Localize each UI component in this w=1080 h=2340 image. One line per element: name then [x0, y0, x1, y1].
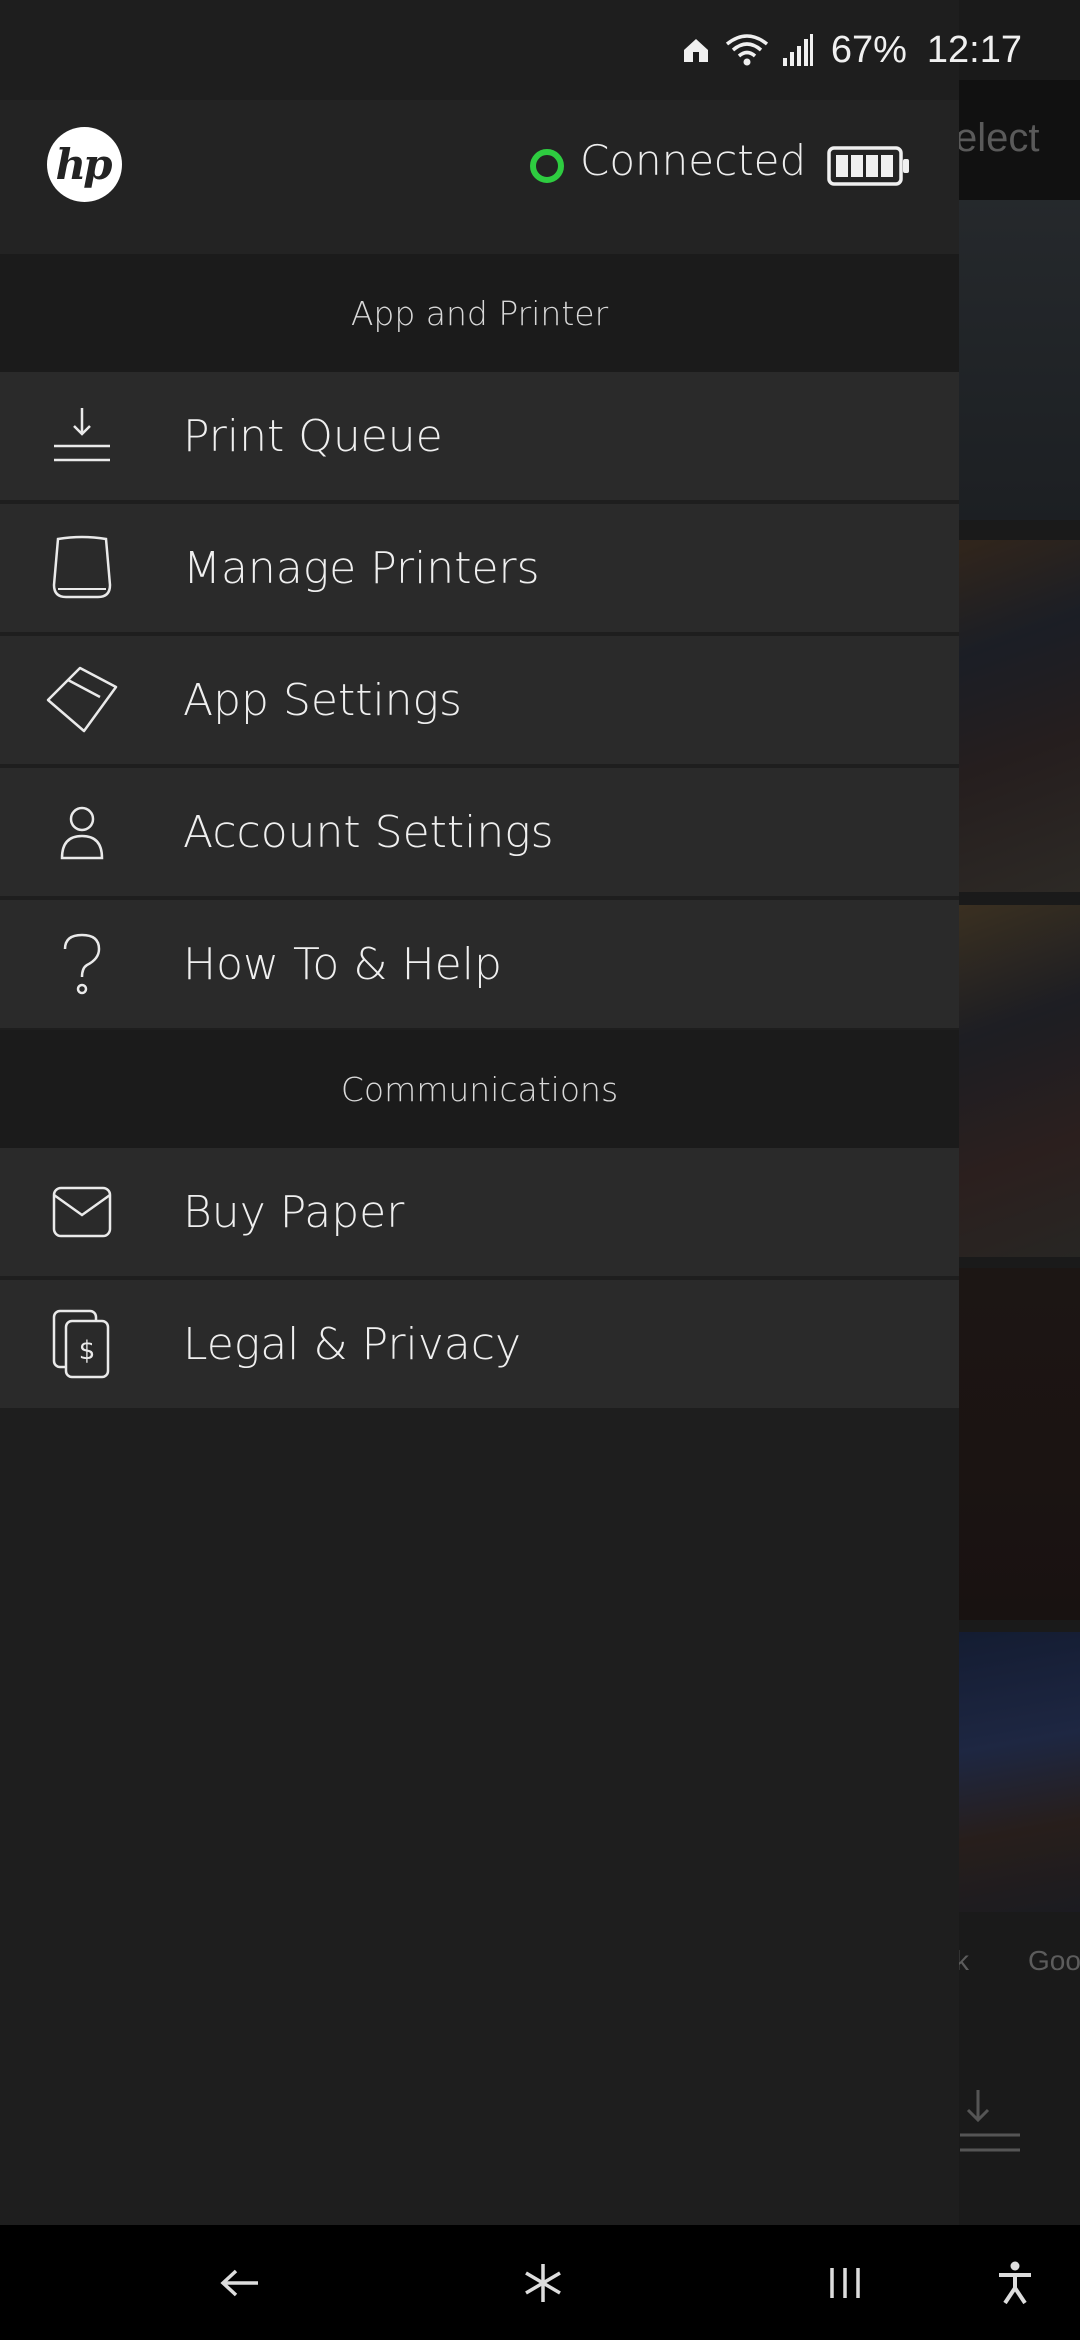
printer-icon	[42, 528, 122, 608]
wifi-icon	[725, 34, 768, 66]
system-navigation-bar	[0, 2225, 1080, 2340]
menu-item-how-to-help[interactable]: How To & Help	[0, 900, 959, 1030]
section-header-app-and-printer: App and Printer	[0, 254, 959, 372]
connection-status-icon	[530, 149, 564, 183]
home-asterisk-icon	[525, 2263, 561, 2302]
menu-item-manage-printers[interactable]: Manage Printers	[0, 504, 959, 634]
settings-tag-icon	[42, 660, 122, 740]
person-icon	[42, 792, 122, 872]
menu-item-label: How To & Help	[183, 938, 502, 990]
clock: 12:17	[926, 28, 1022, 71]
menu-item-label: Account Settings	[183, 806, 554, 858]
legal-document-icon: $	[42, 1304, 122, 1384]
menu-item-print-queue[interactable]: Print Queue	[0, 372, 959, 502]
svg-text:$: $	[79, 1336, 96, 1366]
menu-item-label: Manage Printers	[183, 542, 540, 594]
envelope-icon	[42, 1172, 122, 1252]
signal-icon	[782, 34, 813, 66]
background-tab-label: Goo	[1028, 1945, 1080, 1976]
background-photo	[959, 200, 1080, 520]
recents-button[interactable]	[795, 2225, 895, 2340]
connection-status-label: Connected	[580, 136, 807, 185]
section-header-communications: Communications	[0, 1030, 959, 1148]
home-button[interactable]	[493, 2225, 593, 2340]
hp-logo: hp	[47, 127, 122, 202]
background-photo	[959, 540, 1080, 892]
back-arrow-icon	[220, 2269, 258, 2296]
menu-item-app-settings[interactable]: App Settings	[0, 636, 959, 766]
drawer-header	[0, 100, 959, 254]
background-photo	[959, 905, 1080, 1257]
background-download-icon	[960, 2090, 1020, 2152]
background-select-button: elect	[955, 116, 1040, 160]
status-bar: 67% 12:17	[0, 0, 1080, 100]
background-photo	[959, 1268, 1080, 1620]
accessibility-icon	[999, 2261, 1031, 2304]
accessibility-button[interactable]	[965, 2225, 1065, 2340]
recents-icon	[830, 2267, 860, 2298]
printer-battery-icon	[827, 146, 909, 186]
download-tray-icon	[42, 396, 122, 476]
back-button[interactable]	[190, 2225, 290, 2340]
question-icon	[42, 924, 122, 1004]
menu-item-label: Buy Paper	[183, 1186, 405, 1238]
menu-item-legal-privacy[interactable]: $ Legal & Privacy	[0, 1280, 959, 1410]
battery-percent: 67%	[830, 28, 907, 71]
navigation-drawer: hp Connected App and Printer Print Queue	[0, 0, 959, 2225]
menu-item-buy-paper[interactable]: Buy Paper	[0, 1148, 959, 1278]
background-photo	[959, 1632, 1080, 1912]
menu-item-label: App Settings	[183, 674, 462, 726]
menu-item-account-settings[interactable]: Account Settings	[0, 768, 959, 898]
home-wifi-icon	[683, 39, 708, 62]
menu-item-label: Legal & Privacy	[183, 1318, 521, 1370]
brand-text: hp	[55, 140, 113, 189]
menu-item-label: Print Queue	[183, 410, 443, 462]
